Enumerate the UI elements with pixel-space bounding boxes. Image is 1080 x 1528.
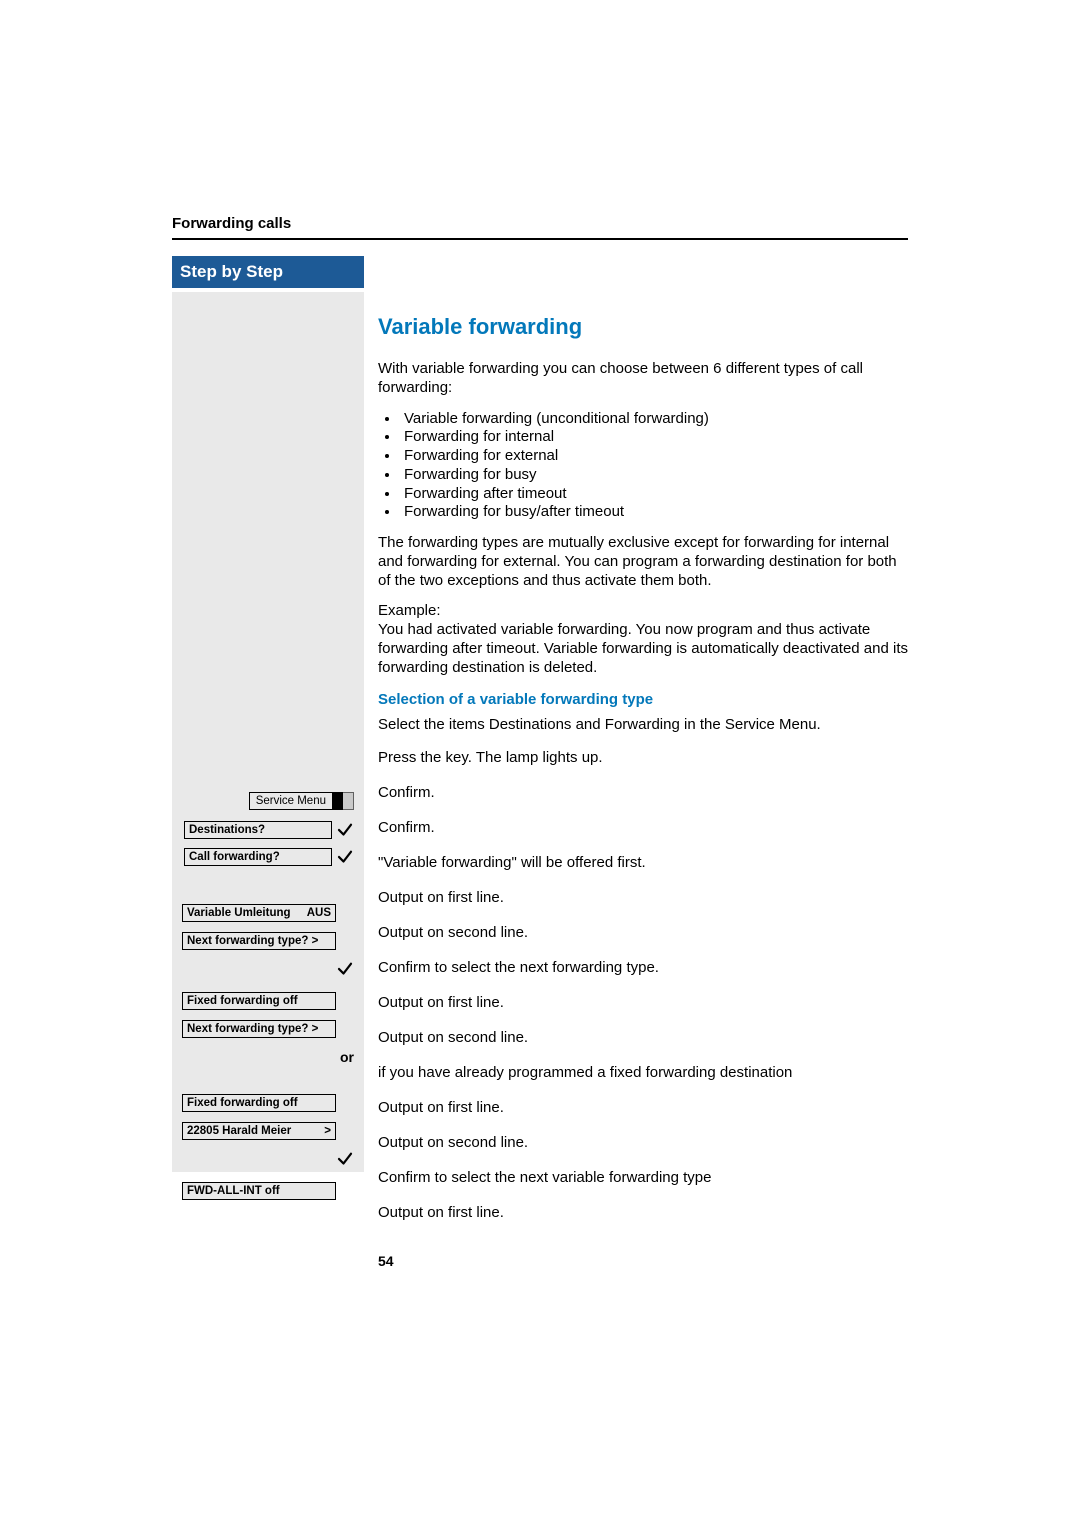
- section-heading: Variable forwarding: [378, 314, 908, 340]
- exclusivity-paragraph: The forwarding types are mutually exclus…: [378, 534, 908, 590]
- display-box: Call forwarding?: [184, 848, 332, 866]
- side-item: Call forwarding?: [184, 848, 354, 866]
- or-label: or: [340, 1049, 354, 1065]
- forwarding-types-list: Variable forwarding (unconditional forwa…: [378, 410, 908, 523]
- sub-heading: Selection of a variable forwarding type: [378, 691, 908, 708]
- steps-container: Press the key. The lamp lights up. Confir…: [378, 747, 908, 1229]
- side-item: [336, 1150, 354, 1168]
- display-box: Fixed forwarding off: [182, 1094, 336, 1112]
- display-right-label: AUS: [307, 907, 331, 919]
- example-body: You had activated variable forwarding. Y…: [378, 621, 908, 676]
- side-item: or: [340, 1049, 354, 1065]
- bullet-item: Forwarding after timeout: [400, 485, 908, 504]
- header-rule: [172, 238, 908, 240]
- step-text: Output on second line.: [378, 922, 528, 949]
- display-box: FWD-ALL-INT off: [182, 1182, 336, 1200]
- step-by-step-label: Step by Step: [172, 256, 364, 288]
- step-text: Press the key. The lamp lights up.: [378, 747, 603, 774]
- display-dual-box: 22805 Harald Meier >: [182, 1122, 336, 1140]
- check-icon: [336, 848, 354, 866]
- display-box: Next forwarding type? >: [182, 1020, 336, 1038]
- step-row: Confirm.: [378, 782, 908, 809]
- step-row: Output on first line.: [378, 1097, 908, 1124]
- step-row: Output on first line.: [378, 1202, 908, 1229]
- bullet-item: Variable forwarding (unconditional forwa…: [400, 410, 908, 429]
- display-left-label: Variable Umleitung: [187, 907, 291, 919]
- page-number: 54: [378, 1253, 908, 1269]
- step-row: Output on second line.: [378, 922, 908, 949]
- intro-text: With variable forwarding you can choose …: [378, 360, 908, 398]
- side-item: Destinations?: [184, 821, 354, 839]
- right-column: Variable forwarding With variable forwar…: [364, 292, 908, 1269]
- left-column: Service Menu Destinations? Call forwarding…: [172, 292, 364, 1172]
- display-left-label: 22805 Harald Meier: [187, 1125, 291, 1137]
- example-paragraph: Example: You had activated variable forw…: [378, 602, 908, 677]
- step-text: Confirm to select the next variable forw…: [378, 1167, 712, 1194]
- step-text: Output on second line.: [378, 1027, 528, 1054]
- display-box: Fixed forwarding off: [182, 992, 336, 1010]
- display-box: Next forwarding type? >: [182, 932, 336, 950]
- step-text: Output on first line.: [378, 992, 504, 1019]
- side-item: FWD-ALL-INT off: [182, 1182, 336, 1200]
- side-item: Fixed forwarding off: [182, 1094, 336, 1112]
- check-icon: [336, 821, 354, 839]
- bullet-item: Forwarding for busy: [400, 466, 908, 485]
- example-label: Example:: [378, 602, 441, 619]
- step-row: Confirm to select the next forwarding ty…: [378, 957, 908, 984]
- check-icon: [336, 960, 354, 978]
- header-section-title: Forwarding calls: [172, 215, 908, 238]
- step-row: Press the key. The lamp lights up.: [378, 747, 908, 774]
- step-text: Confirm.: [378, 817, 435, 844]
- step-row: Output on first line.: [378, 992, 908, 1019]
- display-dual-box: Variable Umleitung AUS: [182, 904, 336, 922]
- step-row: Confirm.: [378, 817, 908, 844]
- side-item: 22805 Harald Meier >: [182, 1122, 336, 1140]
- key-icon: [332, 792, 354, 810]
- step-row: "Variable forwarding" will be offered fi…: [378, 852, 908, 879]
- step-row: Output on first line.: [378, 887, 908, 914]
- step-row: Output on second line.: [378, 1132, 908, 1159]
- side-item: [336, 960, 354, 978]
- step-text: Output on first line.: [378, 1097, 504, 1124]
- step-row: Output on second line.: [378, 1027, 908, 1054]
- bullet-item: Forwarding for internal: [400, 428, 908, 447]
- side-item: Next forwarding type? >: [182, 1020, 336, 1038]
- sub-intro: Select the items Destinations and Forwar…: [378, 716, 908, 735]
- step-text: Output on first line.: [378, 887, 504, 914]
- step-row: if you have already programmed a fixed f…: [378, 1062, 908, 1089]
- step-row: Confirm to select the next variable forw…: [378, 1167, 908, 1194]
- display-right-label: >: [324, 1125, 331, 1137]
- step-text: if you have already programmed a fixed f…: [378, 1062, 792, 1089]
- side-item: Next forwarding type? >: [182, 932, 336, 950]
- service-menu-key: Service Menu: [249, 792, 354, 810]
- bullet-item: Forwarding for busy/after timeout: [400, 503, 908, 522]
- service-menu-label: Service Menu: [249, 792, 333, 810]
- display-box: Destinations?: [184, 821, 332, 839]
- side-item: Fixed forwarding off: [182, 992, 336, 1010]
- step-text: Confirm to select the next forwarding ty…: [378, 957, 659, 984]
- bullet-item: Forwarding for external: [400, 447, 908, 466]
- step-text: Output on second line.: [378, 1132, 528, 1159]
- step-text: Confirm.: [378, 782, 435, 809]
- step-text: Output on first line.: [378, 1202, 504, 1229]
- check-icon: [336, 1150, 354, 1168]
- side-item: Variable Umleitung AUS: [182, 904, 336, 922]
- step-text: "Variable forwarding" will be offered fi…: [378, 852, 646, 879]
- side-item: Service Menu: [249, 792, 354, 810]
